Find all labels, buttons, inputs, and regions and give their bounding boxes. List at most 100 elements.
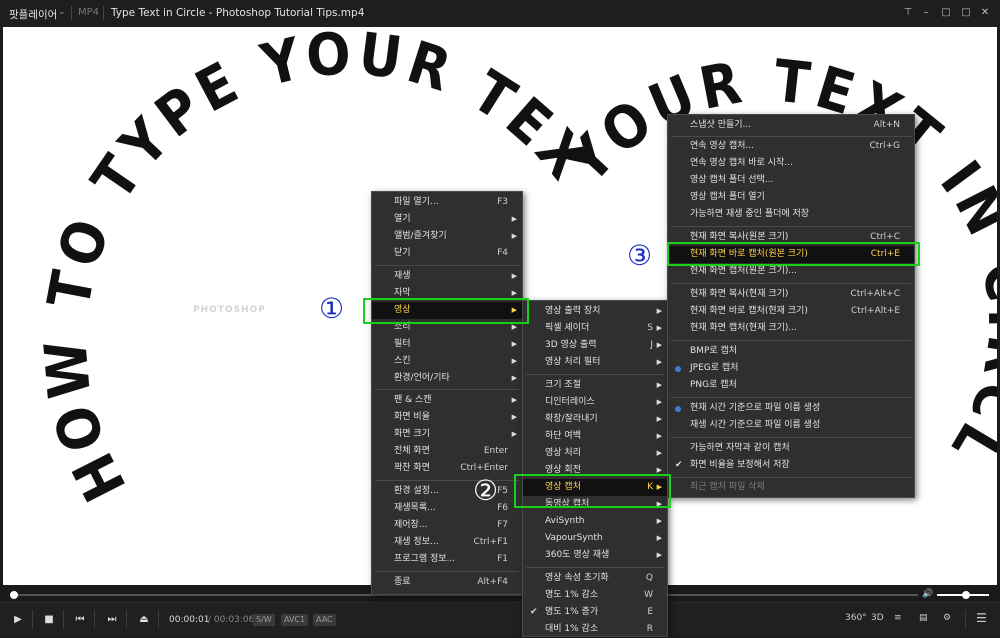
vr360-icon[interactable]: 360° [845,613,867,623]
minimize-icon[interactable]: – [919,6,933,20]
menu-item-env-lang[interactable]: 환경/언어/기타 ▶ [372,370,522,387]
menu-item-about[interactable]: 프로그램 정보... F1 [372,551,522,568]
check-icon: ✔ [675,460,683,470]
menu-item-correct-aspect[interactable]: ✔ 화면 비율을 보정해서 저장 [668,457,914,474]
menu-separator [526,374,664,375]
divider [71,6,72,20]
menu-item-avisynth[interactable]: AviSynth ▶ [523,513,667,530]
menu-item-album[interactable]: 앨범/즐겨찾기 ▶ [372,228,522,245]
menu-separator [375,265,519,266]
menu-item-reset-video[interactable]: 영상 속성 초기화 Q [523,570,667,587]
chevron-down-icon[interactable]: ⌄ [58,7,66,17]
menu-item-exit[interactable]: 종료 Alt+F4 [372,574,522,591]
context-menu-video: 영상 출력 장치 ▶ 픽셀 셰이더 S ▶ 3D 영상 출력 J ▶ 영상 처리 필터 ▶ … [522,300,668,637]
3d-icon[interactable]: 3D [871,613,884,623]
menu-item-output-device[interactable]: 영상 출력 장치 ▶ [523,303,667,320]
menu-separator [671,340,911,341]
menu-item-burst-capture[interactable]: 연속 영상 캡처... Ctrl+G [668,138,914,155]
menu-item-control-panel[interactable]: 제어창... F7 [372,517,522,534]
step-3-label: ③ [627,239,653,272]
menu-item-pan-scan[interactable]: 팬 & 스캔 ▶ [372,392,522,409]
next-icon[interactable]: ⏭ [103,611,121,629]
menu-item-capture-folder-select[interactable]: 영상 캡처 폴더 선택... [668,172,914,189]
divider [158,610,159,629]
menu-item-contrast-down[interactable]: 대비 1% 감소 R [523,621,667,638]
menu-separator [671,226,911,227]
annotation-box-capture [514,474,671,508]
volume-handle[interactable] [961,591,970,599]
window-title: Type Text in Circle - Photoshop Tutorial… [111,7,365,19]
codec-tag-audio[interactable]: AAC [313,614,336,626]
menu-item-fullscreen[interactable]: 전체 화면 Enter [372,443,522,460]
total-time: / 00:03:06 [208,615,255,625]
menu-item-delete-recent-capture: 최근 캡처 파일 삭제 [690,482,765,492]
menu-separator [375,389,519,390]
play-icon[interactable]: ▶ [9,611,27,629]
menu-item-name-by-play-time[interactable]: 재생 시간 기준으로 파일 이름 생성 [668,417,914,434]
divider [103,6,104,20]
step-2-label: ② [473,474,499,507]
divider [63,610,64,629]
menu-item-close[interactable]: 닫기 F4 [372,245,522,262]
menu-separator [671,437,911,438]
pin-icon[interactable]: ⊤ [901,6,915,20]
menu-item-capture-folder-open[interactable]: 영상 캡처 폴더 열기 [668,189,914,206]
menu-item-capture-png[interactable]: PNG로 캡처 [668,377,914,394]
menu-item-save-in-playing-folder[interactable]: 가능하면 재생 중인 폴더에 저장 [668,206,914,223]
stop-icon[interactable]: ■ [40,611,58,629]
menu-item-filter[interactable]: 필터 ▶ [372,336,522,353]
context-menu-capture: 스냅샷 만들기... Alt+N 연속 영상 캡처... Ctrl+G 연속 영상 … [667,114,915,498]
title-bar: 팟플레이어 ⌄ MP4 Type Text in Circle - Photos… [0,0,1000,28]
menu-item-snapshot[interactable]: 스냅샷 만들기... Alt+N [668,117,914,134]
menu-item-playback-info[interactable]: 재생 정보... Ctrl+F1 [372,534,522,551]
menu-item-burst-capture-start[interactable]: 연속 영상 캡처 바로 시작... [668,155,914,172]
playlist-icon[interactable]: ≡ [894,613,902,623]
menu-item-deinterlace[interactable]: 디인터레이스 ▶ [523,394,667,411]
menu-item-capture-jpeg[interactable]: JPEG로 캡처 [668,360,914,377]
menu-item-preferences[interactable]: 환경 설정... F5 [372,483,522,500]
gear-icon[interactable]: ⚙ [943,613,951,623]
menu-item-screen-size[interactable]: 화면 크기 ▶ [372,426,522,443]
menu-item-open[interactable]: 열기 ▶ [372,211,522,228]
codec-tag-sw[interactable]: S/W [253,614,275,626]
menu-item-bottom-margin[interactable]: 하단 여백 ▶ [523,428,667,445]
menu-item-brightness-down[interactable]: 명도 1% 감소 W [523,587,667,604]
menu-item-skin[interactable]: 스킨 ▶ [372,353,522,370]
current-time: 00:00:01 [169,615,210,625]
app-name[interactable]: 팟플레이어 [9,7,57,22]
codec-tag-video[interactable]: AVC1 [281,614,309,626]
menu-item-name-by-current-time[interactable]: 현재 시간 기준으로 파일 이름 생성 [668,400,914,417]
seek-handle[interactable] [9,591,18,599]
divider [126,610,127,629]
menu-item-quick-capture-current[interactable]: 현재 화면 바로 캡처(현재 크기) Ctrl+Alt+E [668,303,914,320]
menu-item-playlist[interactable]: 재생목록... F6 [372,500,522,517]
menu-item-3d-output[interactable]: 3D 영상 출력 J ▶ [523,337,667,354]
menu-item-brightness-up[interactable]: ✔ 명도 1% 증가 E [523,604,667,621]
menu-item-resize[interactable]: 크기 조절 ▶ [523,377,667,394]
menu-item-360-playback[interactable]: 360도 영상 재생 ▶ [523,547,667,564]
menu-item-video-processing[interactable]: 영상 처리 ▶ [523,445,667,462]
control-panel-icon[interactable]: ▤ [919,613,928,623]
menu-separator [671,477,911,478]
menu-item-playback[interactable]: 재생 ▶ [372,268,522,285]
menu-item-aspect-ratio[interactable]: 화면 비율 ▶ [372,409,522,426]
restore-icon[interactable]: □ [939,6,953,20]
menu-item-fill-screen[interactable]: 꽉찬 화면 Ctrl+Enter [372,460,522,477]
menu-item-capture-with-subtitle[interactable]: 가능하면 자막과 같이 캡처 [668,440,914,457]
menu-item-video-filter[interactable]: 영상 처리 필터 ▶ [523,354,667,371]
volume-icon[interactable]: 🔊 [922,589,933,599]
menu-item-expand-crop[interactable]: 확장/잘라내기 ▶ [523,411,667,428]
previous-icon[interactable]: ⏮ [71,611,89,629]
close-icon[interactable]: ✕ [978,6,992,20]
menu-icon[interactable]: ☰ [976,611,987,625]
maximize-icon[interactable]: □ [959,6,973,20]
menu-item-open-file[interactable]: 파일 열기... F3 [372,194,522,211]
menu-item-pixel-shader[interactable]: 픽셀 셰이더 S ▶ [523,320,667,337]
control-bar: ▶ ■ ⏮ ⏭ ⏏ 00:00:01 / 00:03:06 S/W AVC1 A… [0,602,1000,636]
eject-icon[interactable]: ⏏ [135,611,153,629]
menu-item-capture-bmp[interactable]: BMP로 캡처 [668,343,914,360]
annotation-box-quick-capture [667,242,920,266]
menu-item-capture-current[interactable]: 현재 화면 캡처(현재 크기)... [668,320,914,337]
menu-item-vapoursynth[interactable]: VapourSynth ▶ [523,530,667,547]
menu-item-copy-current[interactable]: 현재 화면 복사(현재 크기) Ctrl+Alt+C [668,286,914,303]
